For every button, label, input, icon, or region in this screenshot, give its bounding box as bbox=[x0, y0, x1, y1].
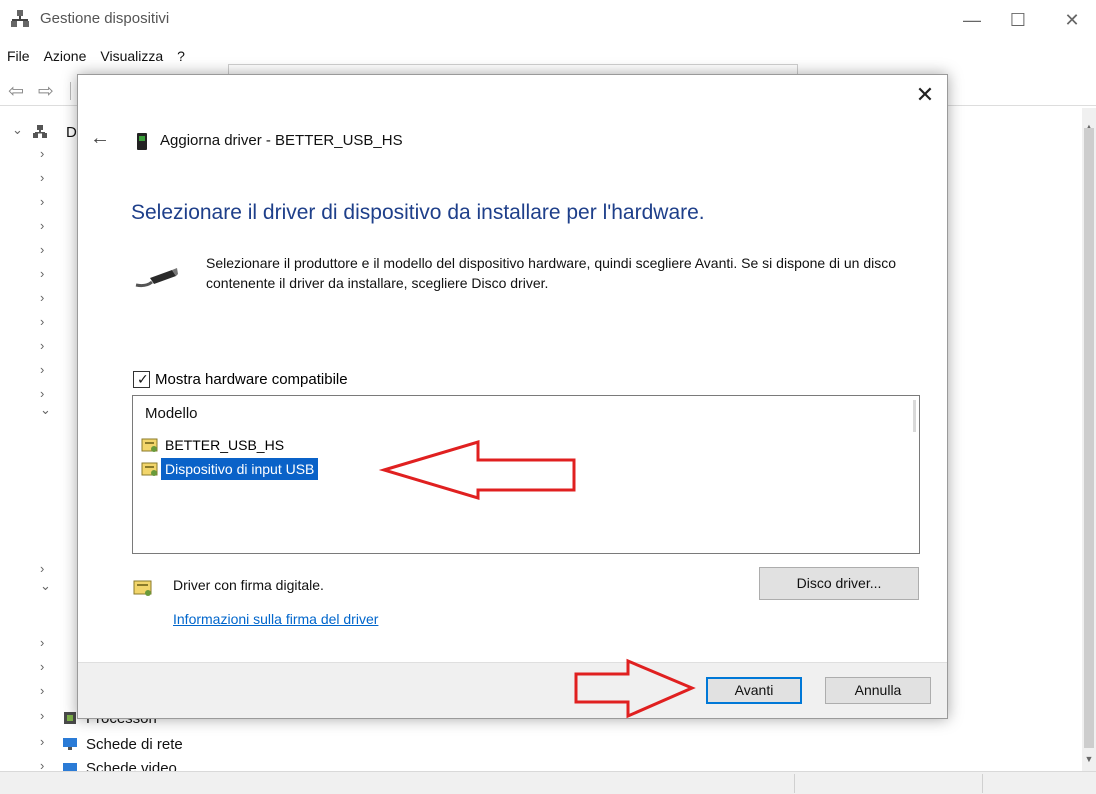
back-arrow-icon[interactable]: ⇦ bbox=[8, 80, 24, 103]
chevron-right-icon[interactable]: › bbox=[40, 386, 54, 401]
chevron-right-icon[interactable]: › bbox=[40, 170, 54, 185]
driver-cert-icon bbox=[141, 462, 158, 476]
forward-arrow-icon[interactable]: ⇨ bbox=[38, 80, 54, 103]
menu-help[interactable]: ? bbox=[170, 46, 192, 70]
chevron-right-icon[interactable]: › bbox=[40, 146, 54, 161]
list-item-label[interactable]: Dispositivo di input USB bbox=[159, 457, 320, 481]
dialog-close-button[interactable]: ✕ bbox=[913, 83, 937, 107]
checkmark-icon: ✓ bbox=[137, 371, 149, 387]
chevron-right-icon[interactable]: › bbox=[40, 561, 54, 576]
tree-node-expanded[interactable]: ⌄ bbox=[40, 402, 70, 424]
device-manager-screen: Gestione dispositivi — ☐ ✕ File Azione V… bbox=[0, 0, 1096, 794]
signed-driver-text: Driver con firma digitale. bbox=[173, 577, 324, 593]
tree-node[interactable]: › bbox=[40, 683, 70, 705]
cancel-button[interactable]: Annulla bbox=[825, 677, 931, 704]
usb-cable-icon bbox=[135, 268, 178, 288]
chevron-right-icon[interactable]: › bbox=[40, 194, 54, 209]
menu-dropdown-edge bbox=[228, 64, 798, 74]
chevron-down-icon[interactable]: ⌄ bbox=[12, 122, 26, 138]
checkbox-label[interactable]: Mostra hardware compatibile bbox=[155, 371, 348, 388]
chevron-right-icon[interactable]: › bbox=[40, 266, 54, 281]
toolbar-separator bbox=[70, 82, 71, 100]
driver-cert-icon bbox=[141, 438, 158, 452]
chevron-right-icon[interactable]: › bbox=[40, 242, 54, 257]
status-separator bbox=[794, 774, 795, 793]
signed-driver-icon bbox=[133, 580, 152, 596]
chevron-right-icon[interactable]: › bbox=[40, 362, 54, 377]
chevron-right-icon[interactable]: › bbox=[40, 708, 54, 723]
tree-node[interactable]: › bbox=[40, 290, 70, 312]
tree-node[interactable]: › bbox=[40, 635, 70, 657]
signature-info-link[interactable]: Informazioni sulla firma del driver bbox=[173, 611, 378, 627]
tree-item-schede-video[interactable]: › Schede video bbox=[40, 758, 260, 772]
chevron-right-icon[interactable]: › bbox=[40, 635, 54, 650]
have-disk-button[interactable]: Disco driver... bbox=[759, 567, 919, 600]
vertical-scrollbar[interactable]: ▲ ▼ bbox=[1082, 108, 1096, 771]
chevron-right-icon[interactable]: › bbox=[40, 290, 54, 305]
network-adapter-icon bbox=[63, 738, 77, 750]
menu-visualizza[interactable]: Visualizza bbox=[93, 46, 170, 70]
tree-node[interactable]: › bbox=[40, 170, 70, 192]
tree-root-label: D bbox=[66, 124, 77, 141]
menu-azione[interactable]: Azione bbox=[37, 46, 94, 70]
chevron-down-icon[interactable]: ⌄ bbox=[40, 402, 54, 418]
list-item-label[interactable]: BETTER_USB_HS bbox=[161, 434, 288, 456]
tree-node-expanded[interactable]: ⌄ bbox=[40, 578, 70, 600]
tree-node[interactable]: › bbox=[40, 242, 70, 264]
menu-file[interactable]: File bbox=[0, 46, 37, 70]
status-bar bbox=[0, 771, 1096, 794]
usb-device-icon bbox=[137, 133, 147, 150]
computer-node-icon bbox=[33, 125, 47, 138]
chevron-down-icon[interactable]: ⌄ bbox=[40, 578, 54, 594]
maximize-button[interactable]: ☐ bbox=[998, 6, 1038, 34]
device-manager-icon bbox=[11, 10, 29, 27]
tree-node[interactable]: › bbox=[40, 146, 70, 168]
dialog-title: Aggiorna driver - BETTER_USB_HS bbox=[160, 132, 403, 149]
tree-node[interactable]: › bbox=[40, 314, 70, 336]
tree-node[interactable]: › bbox=[40, 266, 70, 288]
chevron-right-icon[interactable]: › bbox=[40, 758, 54, 772]
tree-node[interactable]: › bbox=[40, 338, 70, 360]
next-button[interactable]: Avanti bbox=[706, 677, 802, 704]
chevron-right-icon[interactable]: › bbox=[40, 314, 54, 329]
tree-node[interactable]: › bbox=[40, 218, 70, 240]
chevron-right-icon[interactable]: › bbox=[40, 338, 54, 353]
processor-icon bbox=[64, 712, 76, 724]
dialog-footer: Avanti Annulla bbox=[78, 662, 947, 718]
tree-item-label: Schede di rete bbox=[86, 736, 183, 753]
back-button[interactable]: ← bbox=[90, 127, 110, 150]
dialog-heading: Selezionare il driver di dispositivo da … bbox=[131, 201, 705, 224]
chevron-right-icon[interactable]: › bbox=[40, 218, 54, 233]
scroll-down-icon[interactable]: ▼ bbox=[1082, 752, 1096, 766]
tree-node[interactable]: › bbox=[40, 659, 70, 681]
tree-item-schede-di-rete[interactable]: › Schede di rete bbox=[40, 734, 260, 756]
instructions-text: Selezionare il produttore e il modello d… bbox=[206, 255, 897, 291]
chevron-right-icon[interactable]: › bbox=[40, 683, 54, 698]
tree-node[interactable]: › bbox=[40, 362, 70, 384]
chevron-right-icon[interactable]: › bbox=[40, 659, 54, 674]
list-scroll-indicator bbox=[913, 400, 916, 432]
close-window-button[interactable]: ✕ bbox=[1052, 6, 1092, 34]
update-driver-dialog: ✕ ← Aggiorna driver - BETTER_USB_HS Sele… bbox=[77, 74, 948, 719]
window-titlebar: Gestione dispositivi — ☐ ✕ bbox=[0, 0, 1096, 40]
chevron-right-icon[interactable]: › bbox=[40, 734, 54, 749]
list-column-header: Modello bbox=[145, 405, 198, 422]
checkbox-box[interactable]: ✓ bbox=[133, 371, 150, 388]
tree-node[interactable]: › bbox=[40, 194, 70, 216]
menu-bar: File Azione Visualizza ? bbox=[0, 46, 192, 70]
scroll-thumb[interactable] bbox=[1084, 128, 1094, 748]
status-separator bbox=[982, 774, 983, 793]
minimize-button[interactable]: — bbox=[952, 6, 992, 34]
model-listbox[interactable]: Modello BETTER_USB_HS Dispositivo di inp… bbox=[132, 395, 920, 554]
window-title: Gestione dispositivi bbox=[40, 10, 170, 27]
